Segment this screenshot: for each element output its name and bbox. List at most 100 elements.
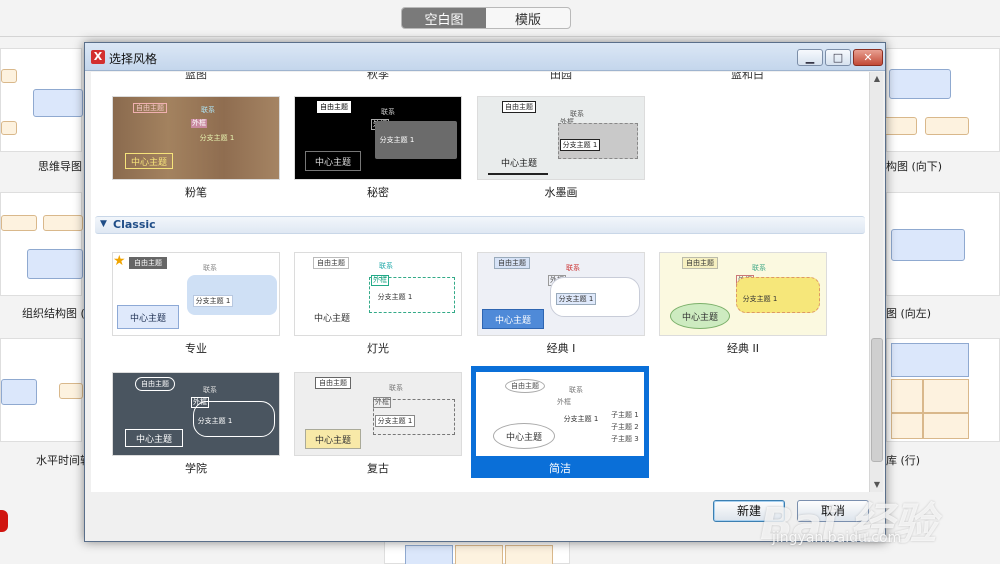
group-header-classic[interactable]: ▼ Classic: [95, 216, 865, 234]
relation-label: 联系: [566, 264, 580, 272]
branch-topic: 分支主题 1: [193, 295, 233, 307]
center-topic: 中心主题: [305, 151, 361, 171]
dialog-titlebar[interactable]: X 选择风格 ▁ □ ✕: [85, 43, 885, 71]
bg-label-mindmap: 思维导图: [38, 160, 82, 173]
app-icon: X: [91, 50, 105, 64]
outline-label: 外框: [191, 119, 207, 128]
red-marker: [0, 510, 8, 532]
dialog-title: 选择风格: [109, 52, 158, 66]
style-label-light: 灯光: [367, 342, 389, 355]
center-topic: 中心主题: [313, 313, 350, 324]
style-label-secret: 秘密: [367, 186, 389, 199]
style-label-chalk: 粉笔: [185, 186, 207, 199]
top-divider: [0, 36, 1000, 37]
branch-topic: 分支主题 1: [556, 293, 596, 305]
group-label: Classic: [113, 218, 156, 231]
bg-card-matrix[interactable]: [886, 338, 1000, 442]
branch-topic: 分支主题 1: [375, 415, 415, 427]
free-topic: 自由主题: [135, 377, 175, 391]
bg-card-timeline[interactable]: [0, 338, 83, 442]
free-topic: 自由主题: [505, 379, 545, 393]
branch-topic: 分支主题 1: [563, 415, 599, 423]
style-gallery: 蓝图 秋季 田园 蓝和白 自由主题 联系 外框 分支主题 1 中心主题 粉笔 自…: [91, 72, 869, 492]
tab-blank[interactable]: 空白图: [402, 8, 486, 28]
style-label-classic-2: 经典 II: [727, 342, 759, 355]
center-topic: 中心主题: [482, 309, 544, 329]
bg-label-timeline: 水平时间轴: [36, 454, 91, 467]
style-card-simple-selected[interactable]: 自由主题 联系 外框 分支主题 1 中心主题 简洁: [471, 366, 649, 478]
relation-label: 联系: [203, 264, 217, 272]
branch-topic: 分支主题 1: [197, 417, 233, 425]
view-tabs: 空白图 模版: [401, 7, 571, 29]
style-thumb-secret[interactable]: 自由主题 联系 外框 分支主题 1 中心主题: [294, 96, 462, 180]
minimize-button[interactable]: ▁: [797, 49, 823, 66]
scroll-up-arrow-icon[interactable]: ▲: [870, 72, 884, 86]
subtopic-1: 子主题 1: [611, 411, 639, 419]
outline-label: 外框: [557, 398, 571, 406]
chevron-down-icon: ▼: [100, 219, 107, 229]
style-thumb-retro[interactable]: 自由主题 联系 外框 分支主题 1 中心主题: [294, 372, 462, 456]
style-label-classic-1: 经典 I: [546, 342, 576, 355]
center-topic: 中心主题: [493, 423, 555, 449]
bg-card-bottom[interactable]: [384, 540, 570, 564]
baidu-watermark-url: jingyan.baidu.com: [772, 530, 902, 546]
center-topic: 中心主题: [500, 158, 537, 169]
relation-label: 联系: [570, 110, 584, 118]
subtopic-3: 子主题 3: [611, 435, 639, 443]
relation-label: 联系: [379, 262, 393, 270]
bg-card-tree-down[interactable]: [879, 48, 1000, 152]
tab-template[interactable]: 模版: [486, 8, 570, 28]
bg-label-matrix: 库 (行): [886, 454, 921, 467]
branch-topic: 分支主题 1: [199, 134, 235, 142]
relation-label: 联系: [381, 108, 395, 116]
free-topic: 自由主题: [317, 101, 351, 113]
relation-label: 联系: [569, 386, 583, 394]
style-label-blueprint: 蓝图: [185, 72, 207, 81]
free-topic: 自由主题: [315, 377, 351, 389]
branch-topic: 分支主题 1: [560, 139, 600, 151]
relation-label: 联系: [201, 106, 215, 114]
bg-card-mindmap[interactable]: [0, 48, 83, 152]
style-label-professional: 专业: [185, 342, 207, 355]
free-topic: 自由主题: [133, 103, 167, 113]
style-dialog: X 选择风格 ▁ □ ✕ 蓝图 秋季 田园 蓝和白 自由主题 联系 外框 分支主…: [84, 42, 886, 542]
branch-topic: 分支主题 1: [742, 295, 778, 303]
style-label-autumn: 秋季: [367, 72, 389, 81]
relation-label: 联系: [203, 386, 217, 394]
scrollbar-thumb[interactable]: [871, 338, 883, 462]
style-thumb-chalk[interactable]: 自由主题 联系 外框 分支主题 1 中心主题: [112, 96, 280, 180]
style-thumb-classic-2[interactable]: 自由主题 联系 外框 分支主题 1 中心主题: [659, 252, 827, 336]
style-thumb-professional[interactable]: ★ 自由主题 联系 分支主题 1 中心主题: [112, 252, 280, 336]
center-topic: 中心主题: [125, 153, 173, 169]
style-label-pastoral: 田园: [550, 72, 572, 81]
bg-card-tree-left[interactable]: [886, 192, 1000, 296]
free-topic: 自由主题: [502, 101, 536, 113]
center-topic: 中心主题: [117, 305, 179, 329]
gallery-scrollbar[interactable]: ▲ ▼: [869, 72, 883, 492]
maximize-button[interactable]: □: [825, 49, 851, 66]
style-label-simple: 简洁: [549, 462, 571, 475]
subtopic-2: 子主题 2: [611, 423, 639, 431]
free-topic: 自由主题: [682, 257, 718, 269]
style-label-academy: 学院: [185, 462, 207, 475]
free-topic: 自由主题: [129, 257, 167, 269]
bg-label-tree-down: 构图 (向下): [886, 160, 943, 173]
free-topic: 自由主题: [313, 257, 349, 269]
style-thumb-classic-1[interactable]: 自由主题 联系 外框 分支主题 1 中心主题: [477, 252, 645, 336]
style-thumb-ink[interactable]: 自由主题 联系 外框 分支主题 1 中心主题: [477, 96, 645, 180]
style-label-blue-white: 蓝和白: [731, 72, 764, 81]
bg-card-orgchart[interactable]: [0, 192, 83, 296]
branch-topic: 分支主题 1: [377, 293, 413, 301]
branch-topic: 分支主题 1: [379, 136, 415, 144]
center-topic: 中心主题: [305, 429, 361, 449]
relation-label: 联系: [752, 264, 766, 272]
star-icon: ★: [113, 253, 126, 269]
style-label-ink: 水墨画: [544, 186, 578, 199]
close-button[interactable]: ✕: [853, 49, 883, 66]
center-topic: 中心主题: [125, 429, 183, 447]
bg-label-tree-left: 图 (向左): [886, 307, 932, 320]
style-label-retro: 复古: [367, 462, 389, 475]
style-thumb-academy[interactable]: 自由主题 联系 外框 分支主题 1 中心主题: [112, 372, 280, 456]
relation-label: 联系: [389, 384, 403, 392]
style-thumb-light[interactable]: 自由主题 联系 外框 分支主题 1 中心主题: [294, 252, 462, 336]
